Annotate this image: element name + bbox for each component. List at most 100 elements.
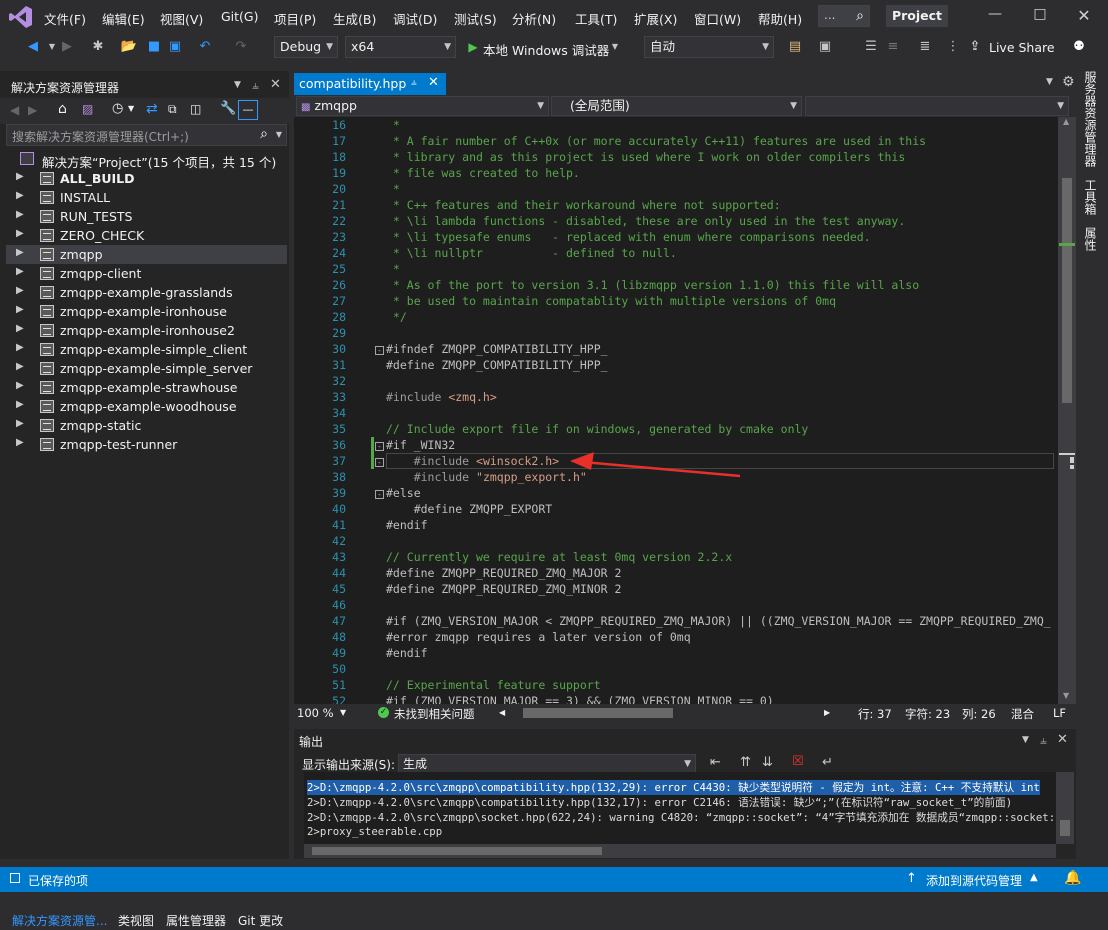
line-ending[interactable]: LF [1053,706,1066,720]
output-horizontal-scrollbar[interactable] [304,844,1056,858]
code-editor[interactable]: 16 * 17 * A fair number of C++0x (or more… [294,117,1058,704]
scroll-down-icon[interactable]: ▼ [1063,691,1069,700]
tree-item[interactable]: ▶ INSTALL [6,188,287,207]
save-all-icon[interactable]: ▣ [166,38,184,56]
back-icon[interactable]: ◀ [24,38,42,56]
menu-4[interactable]: 项目(P) [274,9,316,28]
chevron-right-icon[interactable]: ▶ [16,190,24,201]
home-icon[interactable]: ⌂ [58,101,67,117]
tree-item[interactable]: ▶ zmqpp-example-woodhouse [6,397,287,416]
output-vertical-scrollbar[interactable] [1056,772,1074,844]
chevron-right-icon[interactable]: ▶ [16,285,24,296]
chevron-right-icon[interactable]: ▶ [16,437,24,448]
bottom-tab[interactable]: 类视图 [118,912,154,929]
tab-compatibility-hpp[interactable]: compatibility.hpp ⫨ ✕ [294,73,446,95]
next-message-icon[interactable]: ⇊ [762,755,773,770]
menu-7[interactable]: 测试(S) [454,9,497,28]
horizontal-scroll-thumb[interactable] [523,708,673,718]
tree-item[interactable]: ▶ zmqpp-example-ironhouse [6,302,287,321]
back-icon[interactable]: ◀ [10,103,19,117]
scroll-thumb[interactable] [1062,178,1072,403]
menu-3[interactable]: Git(G) [221,9,259,24]
chevron-right-icon[interactable]: ▶ [16,342,24,353]
whitespace-mode[interactable]: 混合 [1011,706,1034,722]
menu-5[interactable]: 生成(B) [333,9,376,28]
toolbar-options-icon[interactable]: ⋮ [944,38,962,56]
debug-target-dropdown-icon[interactable]: ▼ [606,38,624,56]
output-source-dropdown[interactable]: 生成 ▼ [398,754,696,774]
live-share-button[interactable]: Live Share [989,40,1055,55]
tree-item[interactable]: ▶ zmqpp-test-runner [6,435,287,454]
save-icon[interactable]: ■ [145,38,163,56]
switch-views-icon[interactable]: ▨ [82,102,93,116]
chevron-down-icon[interactable]: ▼ [128,104,134,113]
bottom-tab[interactable]: 属性管理器 [166,912,226,929]
tree-item[interactable]: ▶ zmqpp-example-ironhouse2 [6,321,287,340]
menu-12[interactable]: 帮助(H) [758,9,802,28]
scroll-right-icon[interactable]: ▶ [824,708,830,717]
menu-8[interactable]: 分析(N) [512,9,556,28]
undo-icon[interactable]: ↶ [196,38,214,56]
menu-9[interactable]: 工具(T) [575,9,617,28]
chevron-right-icon[interactable]: ▶ [16,323,24,334]
menu-2[interactable]: 视图(V) [160,9,203,28]
issues-status[interactable]: 未找到相关问题 [394,706,475,722]
fold-collapse-icon[interactable]: - [375,490,384,499]
output-line[interactable]: 2>proxy_steerable.cpp [307,825,442,838]
forward-icon[interactable]: ▶ [58,38,76,56]
properties-tab[interactable]: 属性 [1082,227,1099,251]
fold-collapse-icon[interactable]: - [375,458,384,467]
chevron-right-icon[interactable]: ▶ [16,209,24,220]
start-debugging-icon[interactable]: ▶ [464,38,482,56]
camera-icon[interactable]: ▣ [816,38,834,56]
output-line[interactable]: 2>D:\zmqpp-4.2.0\src\zmqpp\socket.hpp(62… [307,810,1056,825]
tree-item[interactable]: ▶ ZERO_CHECK [6,226,287,245]
pin-icon[interactable]: ⫨ [252,78,259,93]
platform-dropdown[interactable]: x64 ▼ [345,36,456,58]
server-explorer-tab[interactable]: 服务器资源管理器 [1082,71,1099,167]
member-nav-dropdown[interactable]: ▼ [805,96,1069,116]
minimize-icon[interactable]: — [985,6,1005,26]
notifications-bell-icon[interactable]: 🔔 [1064,870,1081,886]
collapse-all-icon[interactable]: ⧉ [168,102,177,117]
find-message-icon[interactable]: ⇤ [710,755,721,770]
chevron-right-icon[interactable]: ▶ [16,399,24,410]
preview-selected-icon[interactable]: — [238,100,258,120]
tree-item[interactable]: ▶ zmqpp-static [6,416,287,435]
chevron-right-icon[interactable]: ▶ [16,228,24,239]
menu-11[interactable]: 窗口(W) [694,9,741,28]
fold-collapse-icon[interactable]: - [375,442,384,451]
project-nav-dropdown[interactable]: ▩ zmqpp ▼ [296,96,549,116]
chevron-down-icon[interactable]: ▼ [340,708,346,717]
visual-studio-logo-icon[interactable] [8,4,34,30]
panel-menu-icon[interactable]: ▼ [1022,735,1029,745]
toolbox-tab[interactable]: 工具箱 [1082,179,1099,215]
zoom-level[interactable]: 100 % [297,706,334,720]
configuration-dropdown[interactable]: Debug ▼ [274,36,338,58]
menu-6[interactable]: 调试(D) [393,9,437,28]
clear-all-icon[interactable]: ☒ [792,754,804,769]
tree-item[interactable]: ▶ ALL_BUILD [6,169,287,188]
solution-search-input[interactable]: 搜索解决方案资源管理器(Ctrl+;) ⌕ ▼ [6,124,287,146]
panel-menu-icon[interactable]: ▼ [234,80,241,90]
chevron-right-icon[interactable]: ▶ [16,266,24,277]
search-box[interactable]: ... ⌕ [818,5,870,27]
chevron-right-icon[interactable]: ▶ [16,304,24,315]
tree-item[interactable]: ▶ zmqpp-example-simple_server [6,359,287,378]
chevron-right-icon[interactable]: ▶ [16,418,24,429]
new-project-icon[interactable]: ✱ [89,38,107,56]
redo-icon[interactable]: ↷ [232,38,250,56]
feedback-icon[interactable]: ⚉ [1070,38,1088,56]
output-line[interactable]: 2>D:\zmqpp-4.2.0\src\zmqpp\compatibility… [307,795,1012,810]
tree-item[interactable]: ▶ zmqpp [6,245,287,264]
menu-1[interactable]: 编辑(E) [102,9,145,28]
tree-item[interactable]: ▶ zmqpp-example-strawhouse [6,378,287,397]
word-wrap-icon[interactable]: ↵ [822,755,833,770]
folder-icon[interactable]: ▤ [786,38,804,56]
show-all-files-icon[interactable]: ◫ [190,102,201,116]
prev-message-icon[interactable]: ⇈ [740,755,751,770]
open-file-icon[interactable]: 📂 [120,38,138,56]
menu-0[interactable]: 文件(F) [44,9,86,28]
chevron-right-icon[interactable]: ▶ [16,247,24,258]
tree-item[interactable]: ▶ zmqpp-example-grasslands [6,283,287,302]
